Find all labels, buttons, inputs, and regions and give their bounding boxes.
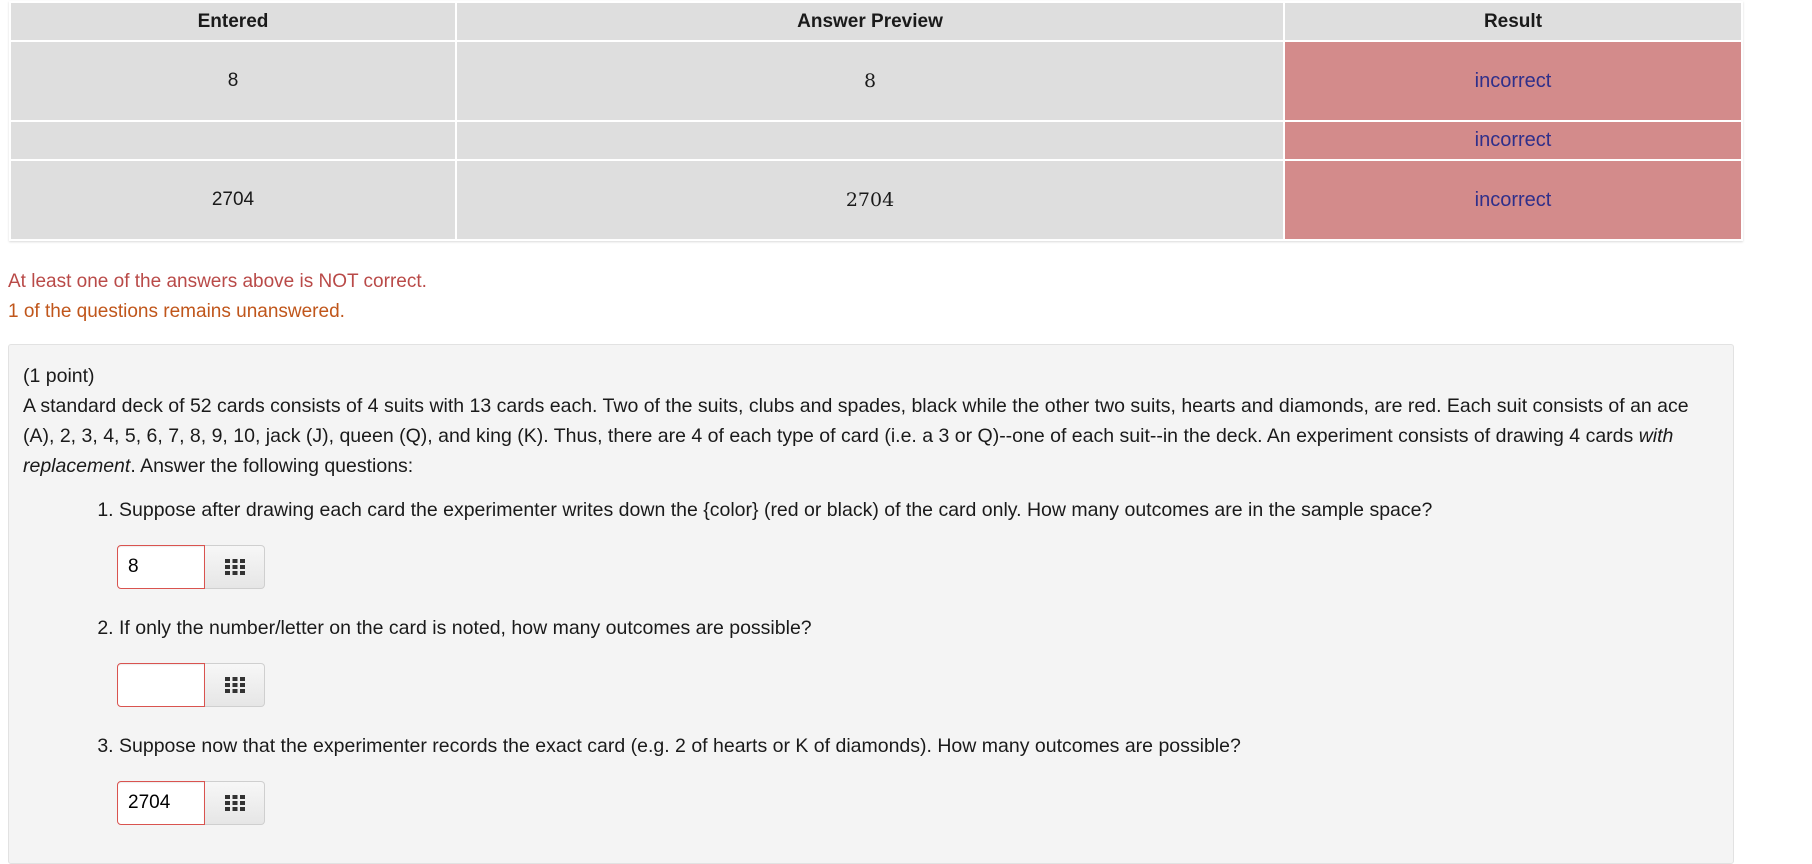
grid-keypad-icon: [224, 559, 245, 575]
entered-cell: [9, 120, 457, 161]
problem-statement: A standard deck of 52 cards consists of …: [23, 395, 1689, 477]
result-cell: incorrect: [1283, 40, 1743, 122]
grid-keypad-icon: [224, 795, 245, 811]
grid-keypad-icon: [224, 677, 245, 693]
math-toolbar-button[interactable]: [205, 545, 265, 589]
incorrect-answers-message: At least one of the answers above is NOT…: [8, 271, 427, 292]
question-item: If only the number/letter on the card is…: [117, 613, 1719, 707]
answer-group: [117, 545, 1719, 589]
math-toolbar-button[interactable]: [205, 781, 265, 825]
question-text: Suppose after drawing each card the expe…: [119, 499, 1433, 521]
entered-cell: 2704: [9, 159, 457, 241]
question-item: Suppose after drawing each card the expe…: [117, 495, 1719, 589]
question-text: Suppose now that the experimenter record…: [119, 735, 1241, 757]
table-row: incorrect: [9, 120, 1743, 161]
problem-panel: (1 point) A standard deck of 52 cards co…: [8, 344, 1734, 864]
table-row: 2704 2704 incorrect: [9, 159, 1743, 241]
answer-input-1[interactable]: [117, 545, 205, 589]
answer-input-2[interactable]: [117, 663, 205, 707]
entered-cell: 8: [9, 40, 457, 122]
header-result: Result: [1283, 1, 1743, 42]
math-toolbar-button[interactable]: [205, 663, 265, 707]
answer-input-3[interactable]: [117, 781, 205, 825]
preview-cell: 2704: [455, 159, 1285, 241]
unanswered-message: 1 of the questions remains unanswered.: [8, 301, 345, 322]
preview-cell: [455, 120, 1285, 161]
table-row: 8 8 incorrect: [9, 40, 1743, 122]
preview-cell: 8: [455, 40, 1285, 122]
question-text: If only the number/letter on the card is…: [119, 617, 812, 639]
question-list: Suppose after drawing each card the expe…: [23, 495, 1719, 825]
result-cell: incorrect: [1283, 159, 1743, 241]
answer-group: [117, 781, 1719, 825]
table-header-row: Entered Answer Preview Result: [9, 1, 1743, 42]
question-item: Suppose now that the experimenter record…: [117, 731, 1719, 825]
answer-group: [117, 663, 1719, 707]
result-cell: incorrect: [1283, 120, 1743, 161]
header-answer-preview: Answer Preview: [455, 1, 1285, 42]
point-value: (1 point): [23, 365, 95, 387]
header-entered: Entered: [9, 1, 457, 42]
attempt-results-table: Entered Answer Preview Result 8 8 incorr…: [9, 1, 1743, 241]
